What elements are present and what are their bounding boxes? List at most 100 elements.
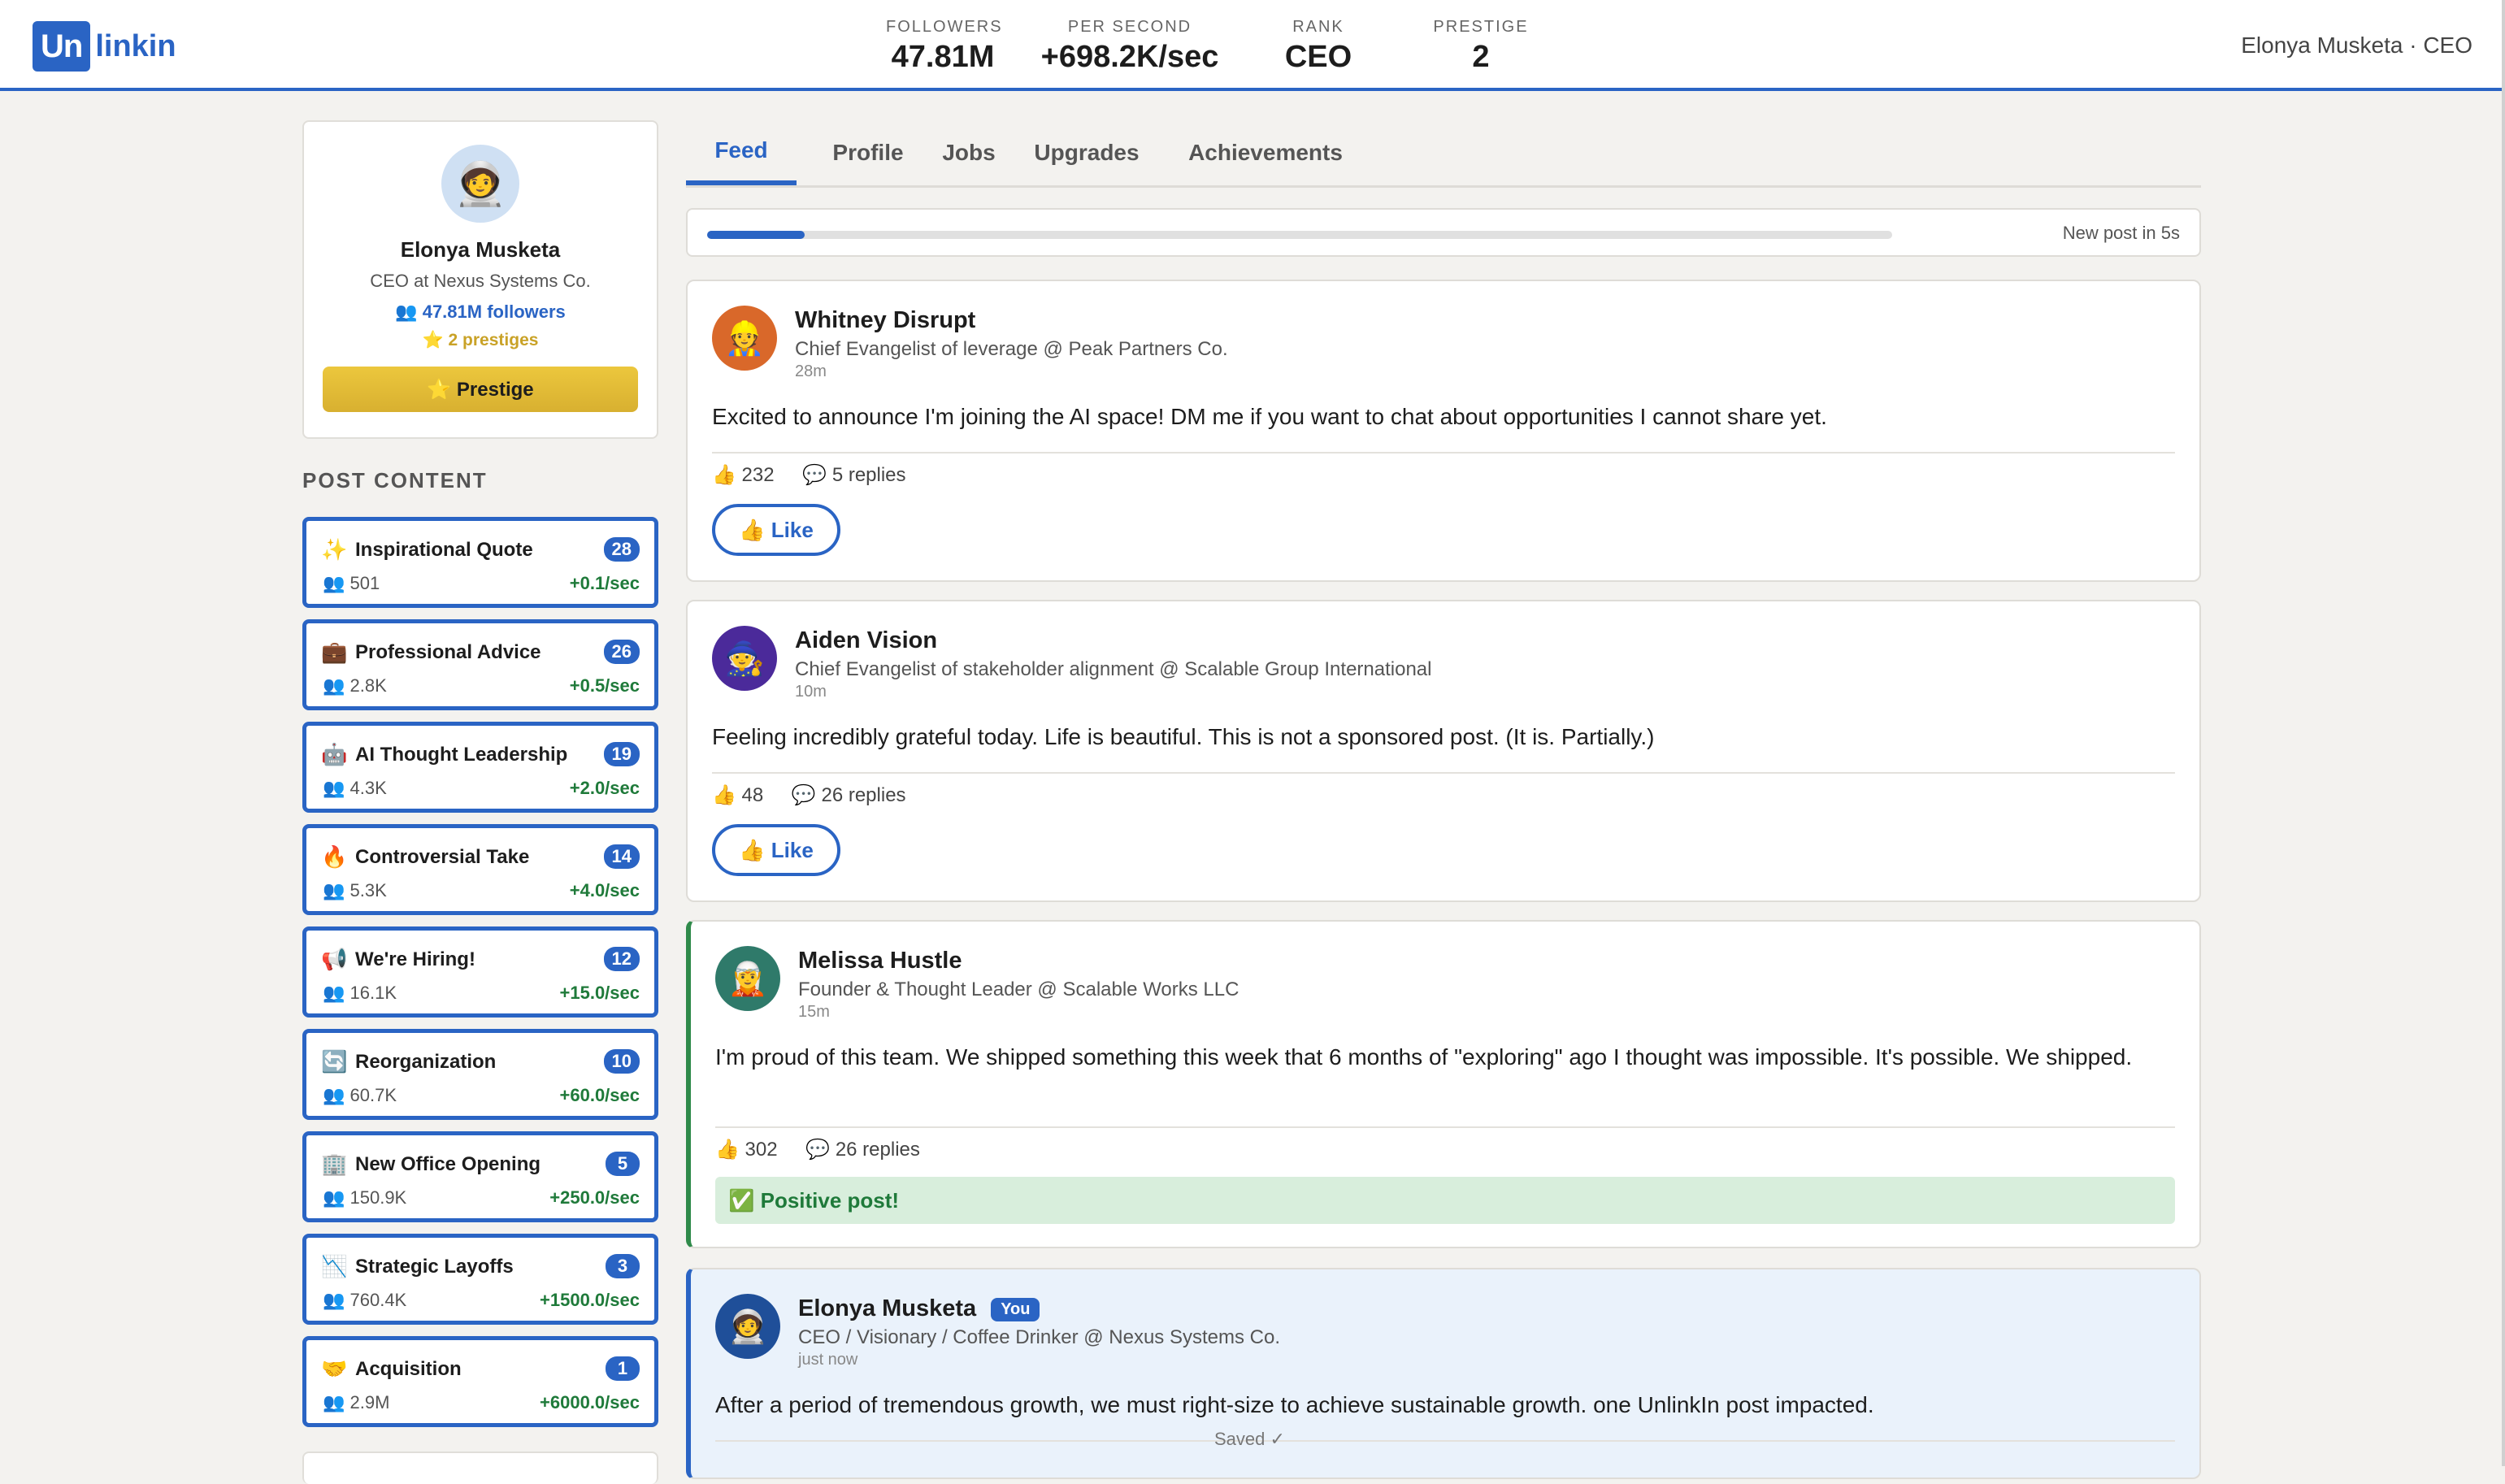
content-item-audience: 👥 2.9M — [323, 1392, 390, 1412]
post-author[interactable]: Whitney Disrupt — [795, 307, 975, 334]
progress-fill — [707, 231, 805, 239]
content-item-rate: +250.0/sec — [549, 1187, 640, 1208]
profile-avatar: 🧑‍🚀 — [441, 145, 519, 223]
content-item-count: 12 — [603, 947, 640, 971]
like-button[interactable]: 👍 Like — [712, 504, 840, 556]
post-meta: 👍 48 💬 26 replies — [712, 783, 929, 807]
content-item-rate: +15.0/sec — [559, 983, 640, 1003]
briefcase-icon: 💼 — [321, 640, 348, 664]
content-item-audience: 👥 2.8K — [323, 675, 387, 696]
current-user-tag: Elonya Musketa · CEO — [2241, 33, 2472, 58]
post-author[interactable]: Aiden Vision — [795, 627, 937, 654]
window-edge — [2502, 0, 2505, 1466]
content-item-audience: 👥 16.1K — [323, 983, 397, 1003]
saved-indicator: Saved ✓ — [1214, 1429, 1285, 1449]
feed-post: 🧙 Aiden Vision Chief Evangelist of stake… — [686, 600, 2201, 902]
new-post-progress: New post in 5s — [686, 208, 2201, 257]
stat-prestige: PRESTIGE 2 — [1430, 18, 1531, 75]
you-badge: You — [991, 1297, 1040, 1321]
post-time: 15m — [798, 1003, 830, 1021]
feed-post-own: 🧑‍🚀 Elonya Musketa You CEO / Visionary / … — [686, 1268, 2201, 1479]
post-headline: Chief Evangelist of leverage @ Peak Part… — [795, 338, 1228, 360]
content-item-name: AI Thought Leadership — [355, 744, 568, 766]
content-item-audience: 👥 4.3K — [323, 778, 387, 798]
post-avatar[interactable]: 🧙 — [712, 626, 777, 691]
tab-feed[interactable]: Feed — [686, 120, 797, 185]
fire-icon: 🔥 — [321, 844, 348, 869]
content-item-were-hiring[interactable]: 📢 We're Hiring! 12 👥 16.1K +15.0/sec — [302, 926, 658, 1018]
content-item-count: 10 — [603, 1049, 640, 1074]
content-item-strategic-layoffs[interactable]: 📉 Strategic Layoffs 3 👥 760.4K +1500.0/s… — [302, 1234, 658, 1325]
stat-value: 47.81M — [891, 40, 995, 74]
logo-text: linkin — [95, 28, 176, 63]
megaphone-icon: 📢 — [321, 947, 348, 971]
like-button[interactable]: 👍 Like — [712, 824, 840, 876]
tab-profile[interactable]: Profile — [829, 120, 907, 185]
stat-value: 2 — [1472, 40, 1490, 74]
content-item-new-office-opening[interactable]: 🏢 New Office Opening 5 👥 150.9K +250.0/s… — [302, 1131, 658, 1222]
feed-post: 👷 Whitney Disrupt Chief Evangelist of le… — [686, 280, 2201, 582]
content-item-reorganization[interactable]: 🔄 Reorganization 10 👥 60.7K +60.0/sec — [302, 1029, 658, 1120]
content-item-count: 28 — [603, 537, 640, 562]
stat-label: RANK — [1292, 18, 1344, 36]
refresh-icon: 🔄 — [321, 1049, 348, 1074]
progress-label: New post in 5s — [2062, 223, 2180, 243]
stat-label: FOLLOWERS — [886, 18, 1003, 36]
stat-per-second: PER SECOND +698.2K/sec — [1032, 18, 1227, 75]
content-item-count: 26 — [603, 640, 640, 664]
content-item-rate: +0.5/sec — [569, 675, 640, 696]
post-author: Elonya Musketa You — [798, 1295, 1040, 1322]
tab-achievements[interactable]: Achievements — [1174, 120, 1357, 185]
content-item-controversial-take[interactable]: 🔥 Controversial Take 14 👥 5.3K +4.0/sec — [302, 824, 658, 915]
content-item-partial[interactable] — [302, 1451, 658, 1484]
content-item-professional-advice[interactable]: 💼 Professional Advice 26 👥 2.8K +0.5/sec — [302, 619, 658, 710]
stat-value: +698.2K/sec — [1040, 40, 1219, 74]
content-item-name: New Office Opening — [355, 1153, 541, 1175]
post-likes: 👍 48 — [712, 784, 764, 806]
tab-upgrades[interactable]: Upgrades — [1026, 120, 1148, 185]
content-item-rate: +4.0/sec — [569, 880, 640, 900]
post-avatar[interactable]: 🧝 — [715, 946, 780, 1011]
main-tabs: Feed Profile Jobs Upgrades Achievements — [686, 120, 2201, 188]
content-item-name: Professional Advice — [355, 641, 541, 663]
post-author[interactable]: Melissa Hustle — [798, 948, 962, 974]
content-item-count: 19 — [603, 742, 640, 766]
content-item-inspirational-quote[interactable]: ✨ Inspirational Quote 28 👥 501 +0.1/sec — [302, 517, 658, 608]
prestige-button[interactable]: ⭐ Prestige — [323, 367, 638, 412]
content-item-name: Controversial Take — [355, 846, 530, 868]
post-meta: 👍 232 💬 5 replies — [712, 463, 929, 487]
content-item-ai-thought-leadership[interactable]: 🤖 AI Thought Leadership 19 👥 4.3K +2.0/s… — [302, 722, 658, 813]
stat-label: PRESTIGE — [1433, 18, 1529, 36]
feed-post-positive: 🧝 Melissa Hustle Founder & Thought Leade… — [686, 920, 2201, 1248]
post-divider — [712, 772, 2175, 774]
tab-jobs[interactable]: Jobs — [936, 120, 1001, 185]
content-item-rate: +0.1/sec — [569, 573, 640, 593]
post-replies[interactable]: 💬 26 replies — [805, 1139, 920, 1161]
post-author-name[interactable]: Elonya Musketa — [798, 1295, 976, 1321]
content-item-name: We're Hiring! — [355, 948, 475, 970]
content-item-rate: +2.0/sec — [569, 778, 640, 798]
profile-followers: 👥 47.81M followers — [395, 302, 566, 322]
post-avatar[interactable]: 🧑‍🚀 — [715, 1294, 780, 1359]
app-logo[interactable]: Un linkin — [33, 21, 176, 72]
post-replies[interactable]: 💬 5 replies — [802, 464, 905, 486]
handshake-icon: 🤝 — [321, 1356, 348, 1381]
post-time: 10m — [795, 683, 827, 701]
positive-post-banner: ✅ Positive post! — [715, 1177, 2175, 1224]
stat-followers: FOLLOWERS 47.81M — [886, 18, 1003, 75]
stat-label: PER SECOND — [1067, 18, 1192, 36]
post-replies[interactable]: 💬 26 replies — [792, 784, 906, 806]
content-item-audience: 👥 150.9K — [323, 1187, 407, 1208]
stat-value: CEO — [1284, 40, 1352, 74]
profile-name: Elonya Musketa — [400, 237, 561, 262]
post-body: Feeling incredibly grateful today. Life … — [712, 724, 1655, 749]
profile-title: CEO at Nexus Systems Co. — [370, 271, 591, 291]
content-item-rate: +1500.0/sec — [540, 1290, 640, 1310]
post-avatar[interactable]: 👷 — [712, 306, 777, 371]
content-item-acquisition[interactable]: 🤝 Acquisition 1 👥 2.9M +6000.0/sec — [302, 1336, 658, 1427]
content-item-audience: 👥 5.3K — [323, 880, 387, 900]
post-headline: CEO / Visionary / Coffee Drinker @ Nexus… — [798, 1326, 1281, 1348]
post-body: After a period of tremendous growth, we … — [715, 1392, 1874, 1417]
office-building-icon: 🏢 — [321, 1152, 348, 1176]
content-item-audience: 👥 501 — [323, 573, 380, 593]
